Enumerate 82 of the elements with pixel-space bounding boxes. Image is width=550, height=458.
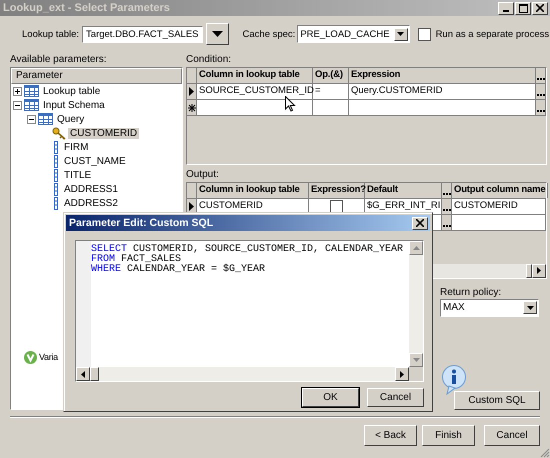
- column-header: Column in lookup table: [197, 68, 313, 83]
- dialog-button[interactable]: Cancel: [484, 425, 540, 446]
- maximize-button[interactable]: [515, 2, 531, 14]
- expander-icon[interactable]: [13, 100, 22, 110]
- close-button[interactable]: [412, 216, 428, 230]
- cache-spec-label: Cache spec:: [242, 28, 296, 40]
- info-icon: [441, 364, 467, 395]
- browse-button[interactable]: [442, 214, 452, 230]
- tree-item[interactable]: CUST_NAME: [62, 156, 128, 166]
- tree-item[interactable]: FIRM: [62, 142, 90, 152]
- code-line: SELECT CUSTOMERID, SOURCE_CUSTOMER_ID, CALENDAR_YEAR: [91, 245, 404, 255]
- dialog-button[interactable]: Cancel: [367, 388, 424, 407]
- window-title: Lookup_ext - Select Parameters: [3, 2, 170, 14]
- tree-item[interactable]: Varia: [39, 352, 58, 362]
- resize-grip-icon[interactable]: [540, 448, 550, 458]
- scrollbar-thumb[interactable]: [90, 367, 99, 381]
- vertical-scrollbar[interactable]: [409, 241, 423, 367]
- sql-editor[interactable]: SELECT CUSTOMERID, SOURCE_CUSTOMER_ID, CALENDAR_YEAR FROM FACT_SALES WHERE CALENDAR_YEAR = $G_YEAR: [75, 240, 424, 382]
- table-cell: =: [313, 84, 349, 99]
- arrow-up-icon: [412, 246, 420, 250]
- ellipsis-icon: [442, 192, 450, 195]
- maximize-icon: [518, 4, 528, 12]
- section-label: Condition:: [186, 54, 232, 66]
- checkbox[interactable]: [330, 200, 343, 213]
- tree-item[interactable]: Input Schema: [41, 100, 107, 110]
- dialog-button[interactable]: OK: [302, 388, 359, 407]
- horizontal-scrollbar[interactable]: [76, 367, 409, 381]
- custom-sql-button[interactable]: Custom SQL: [454, 390, 540, 410]
- return-policy-label: Return policy:: [440, 286, 502, 298]
- tree-item[interactable]: Query: [55, 114, 86, 124]
- section-label: Available parameters:: [10, 54, 108, 66]
- checkbox[interactable]: [418, 28, 431, 40]
- new-row-icon: [188, 104, 196, 112]
- ellipsis-icon: [442, 208, 450, 211]
- tree-item[interactable]: Lookup table: [41, 86, 102, 96]
- section-label: Output:: [186, 168, 220, 181]
- column-header: Output column name: [452, 182, 548, 198]
- table-cell: CUSTOMERID: [452, 198, 546, 214]
- dialog-title: Parameter Edit: Custom SQL: [69, 217, 214, 229]
- dropdown-button[interactable]: [206, 23, 229, 45]
- code-line: WHERE CALENDAR_YEAR = $G_YEAR: [91, 265, 266, 275]
- expander-icon[interactable]: [13, 86, 22, 96]
- ellipsis-icon: [442, 224, 450, 227]
- browse-button[interactable]: [442, 198, 452, 214]
- arrow-left-icon: [81, 370, 85, 378]
- close-button[interactable]: [532, 2, 548, 14]
- lookup-table-field[interactable]: Target.DBO.FACT_SALES: [82, 26, 203, 42]
- arrow-right-icon: [400, 370, 404, 378]
- browse-button[interactable]: [536, 84, 546, 99]
- tree-item[interactable]: TITLE: [62, 170, 94, 180]
- caret-icon: [212, 31, 223, 37]
- tree-item[interactable]: ADDRESS2: [62, 198, 120, 208]
- scrollbar-thumb[interactable]: [526, 264, 532, 278]
- arrow-down-icon: [412, 358, 420, 362]
- browse-button[interactable]: [536, 68, 546, 83]
- browse-button[interactable]: [442, 182, 452, 198]
- dialog-button[interactable]: Finish: [422, 425, 475, 446]
- tree-item[interactable]: ADDRESS1: [62, 184, 120, 194]
- dialog-button[interactable]: < Back: [364, 425, 417, 446]
- arrow-right-icon: [537, 267, 541, 274]
- table-icon: [24, 85, 39, 97]
- lookup-table-label: Lookup table:: [22, 28, 80, 40]
- column-header: Op.(&): [313, 68, 349, 83]
- table-icon: [24, 99, 39, 111]
- close-icon: [416, 219, 424, 227]
- variable-icon: [24, 350, 37, 364]
- expander-icon[interactable]: [27, 114, 36, 124]
- column-header: Parameter: [11, 68, 182, 84]
- checkbox-label: Run as a separate process: [436, 28, 550, 40]
- return-policy-select[interactable]: MAX: [440, 298, 539, 317]
- minimize-button[interactable]: [498, 2, 514, 14]
- caret-icon: [397, 32, 404, 36]
- column-header: Column in lookup table: [197, 182, 309, 198]
- browse-button[interactable]: [536, 100, 546, 115]
- code-line: FROM FACT_SALES: [91, 255, 182, 265]
- close-icon: [536, 4, 544, 12]
- column-header: Expression?: [309, 182, 365, 198]
- tree-item[interactable]: CUSTOMERID: [68, 128, 140, 138]
- table-icon: [38, 113, 53, 125]
- caret-icon: [526, 306, 534, 310]
- key-icon: [52, 126, 66, 140]
- cache-spec-select[interactable]: PRE_LOAD_CACHE: [297, 25, 410, 43]
